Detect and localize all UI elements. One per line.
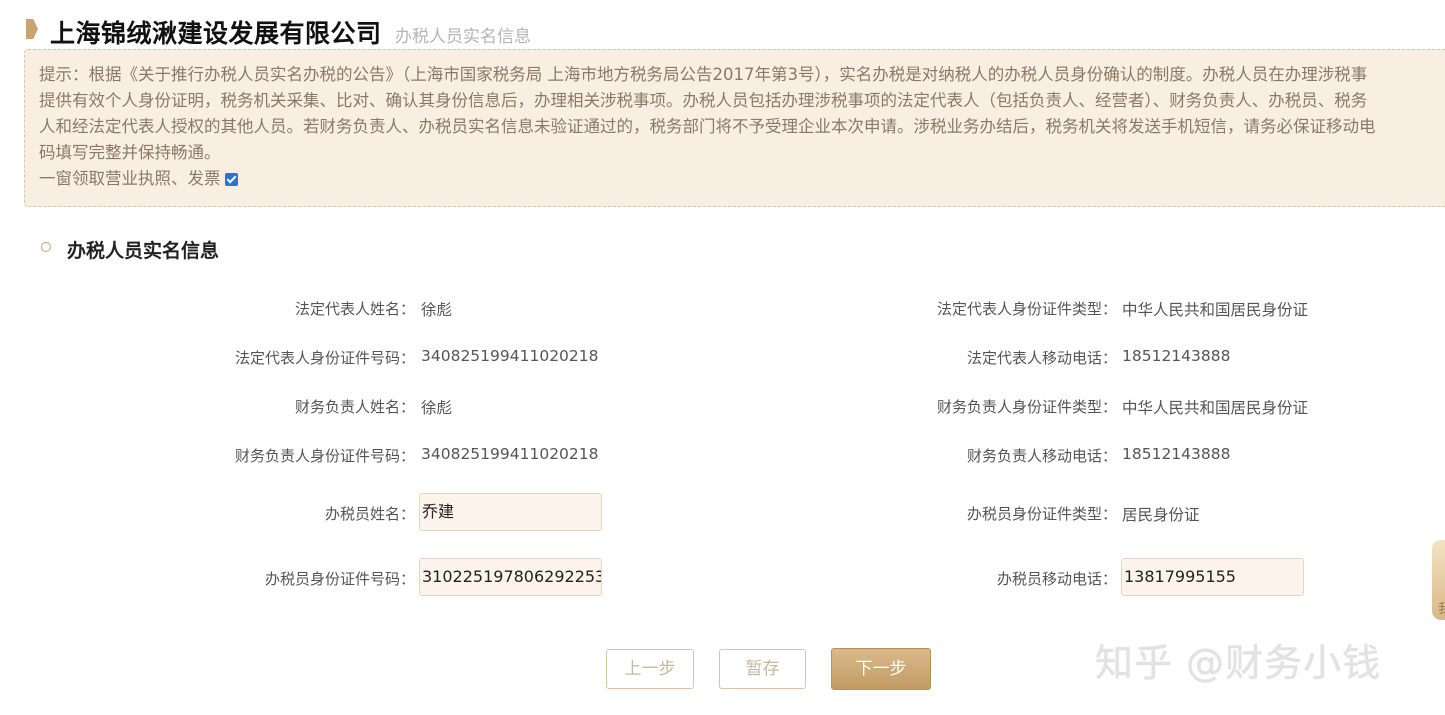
prev-step-button[interactable]: 上一步 [606,649,694,689]
agent-id-no-label: 办税员身份证件号码： [264,570,415,588]
license-invoice-checkbox[interactable] [224,172,238,186]
notice-line: 人和经法定代表人授权的其他人员。若财务负责人、办税员实名信息未验证通过的，税务部… [39,117,1376,136]
agent-id-type-label: 办税员身份证件类型： [966,505,1117,523]
finance-id-type-label: 财务负责人身份证件类型： [936,398,1117,416]
agent-id-type-value: 居民身份证 [1122,506,1200,524]
section-title: 办税人员实名信息 [67,240,220,262]
notice-box: 提示：根据《关于推行办税人员实名办税的公告》（上海市国家税务局 上海市地方税务局… [24,49,1445,207]
finance-name-value: 徐彪 [421,399,453,417]
finance-name-label: 财务负责人姓名： [294,398,415,416]
title-marker-icon [26,19,38,39]
section-bullet-icon [41,242,51,252]
legal-id-type-label: 法定代表人身份证件类型： [936,300,1117,318]
agent-phone-label: 办税员移动电话： [996,570,1117,588]
floating-helper-label: 我 [1438,602,1445,617]
agent-phone-input[interactable]: 13817995155 [1121,558,1304,596]
next-step-button[interactable]: 下一步 [831,648,931,690]
agent-name-label: 办税员姓名： [324,505,415,523]
legal-id-type-value: 中华人民共和国居民身份证 [1122,301,1309,319]
checkbox-label: 一窗领取营业执照、发票 [39,169,221,188]
page-subtitle: 办税人员实名信息 [395,27,531,47]
legal-id-no-label: 法定代表人身份证件号码： [234,349,415,367]
company-name: 上海锦绒湫建设发展有限公司 [50,19,382,48]
notice-line: 提示：根据《关于推行办税人员实名办税的公告》（上海市国家税务局 上海市地方税务局… [39,65,1368,84]
notice-line: 码填写完整并保持畅通。 [39,143,221,162]
finance-phone-value: 18512143888 [1122,445,1231,463]
finance-id-type-value: 中华人民共和国居民身份证 [1122,399,1309,417]
finance-phone-label: 财务负责人移动电话： [966,447,1117,465]
notice-text: 提示：根据《关于推行办税人员实名办税的公告》（上海市国家税务局 上海市地方税务局… [39,62,1445,192]
agent-id-no-input[interactable]: 310225197806292253 [419,558,602,596]
legal-id-no-value: 340825199411020218 [421,347,599,365]
notice-line: 提供有效个人身份证明，税务机关采集、比对、确认其身份信息后，办理相关涉税事项。办… [39,91,1368,110]
floating-helper-widget[interactable]: 我 [1432,540,1445,620]
legal-name-label: 法定代表人姓名： [294,300,415,318]
finance-id-no-label: 财务负责人身份证件号码： [234,447,415,465]
license-invoice-option[interactable]: 一窗领取营业执照、发票 [39,166,1445,192]
save-draft-button[interactable]: 暂存 [719,649,806,689]
watermark-text: 知乎 @财务小钱 [1095,641,1382,685]
finance-id-no-value: 340825199411020218 [421,445,599,463]
agent-name-input[interactable]: 乔建 [419,493,602,531]
legal-phone-label: 法定代表人移动电话： [966,349,1117,367]
legal-name-value: 徐彪 [421,301,453,319]
legal-phone-value: 18512143888 [1122,347,1231,365]
